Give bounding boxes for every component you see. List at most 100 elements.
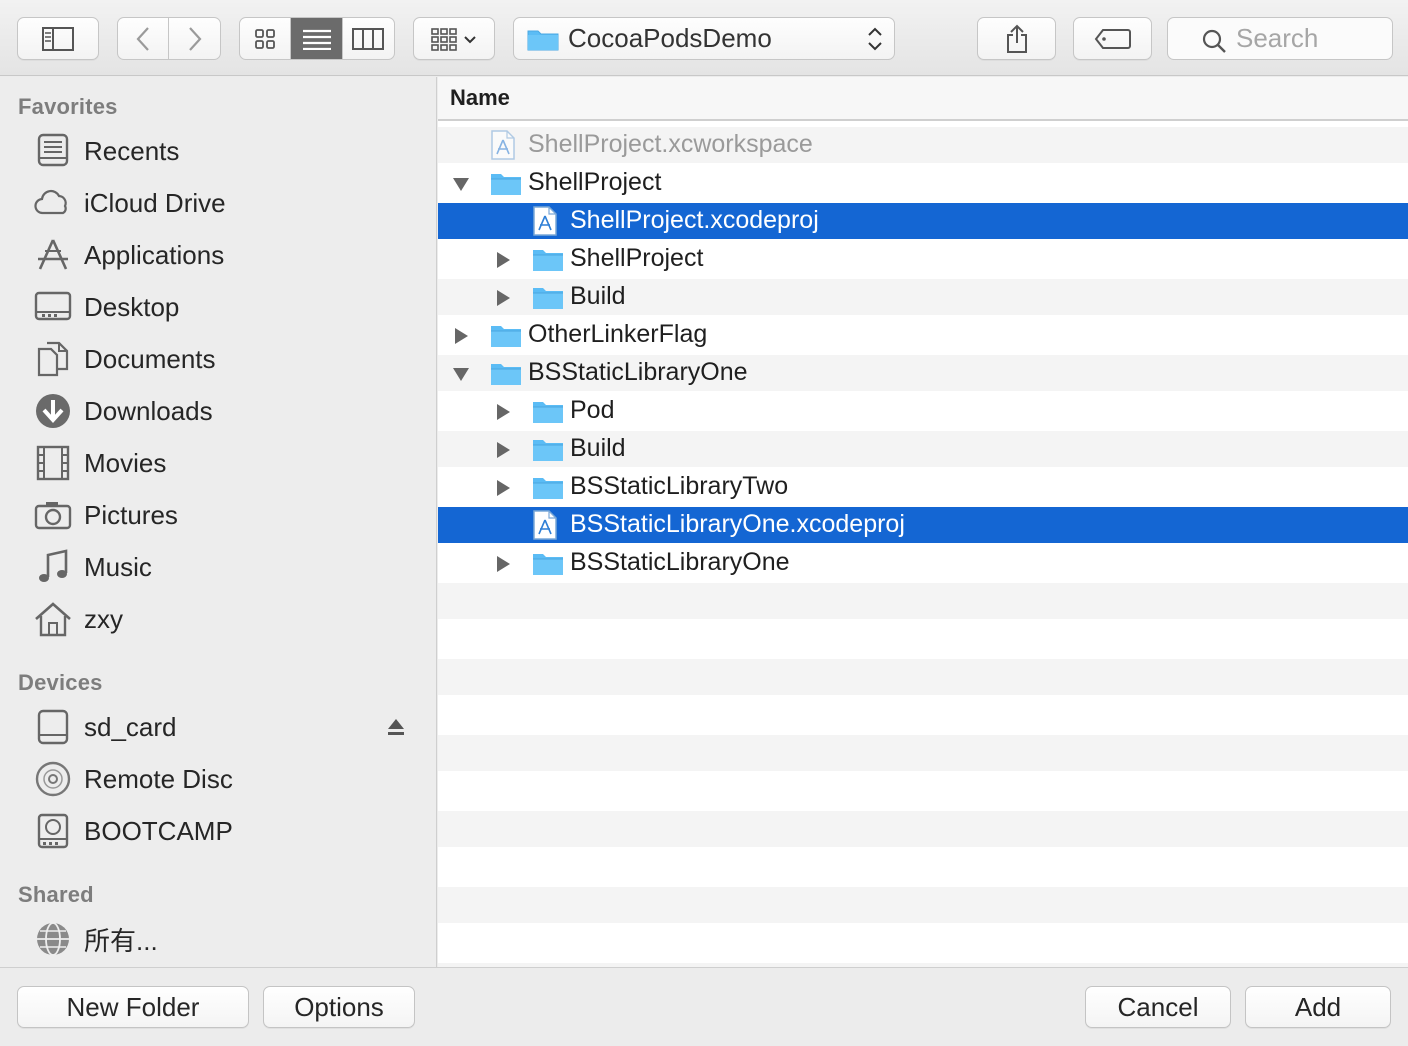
sidebar-item-label: Documents: [84, 343, 216, 374]
name-column-header[interactable]: Name: [438, 77, 1408, 121]
applications-icon: [38, 239, 68, 270]
search-field[interactable]: [1167, 17, 1406, 60]
list-view-button[interactable]: [291, 18, 343, 59]
empty-row: [438, 773, 1408, 809]
bottom-bar: New Folder Options Cancel Add: [0, 967, 1408, 1046]
sidebar-item-pictures[interactable]: Pictures: [0, 492, 436, 538]
table-row[interactable]: ShellProject.xcodeproj: [438, 203, 1408, 239]
disclosure-closed-icon[interactable]: [494, 403, 512, 421]
table-row[interactable]: BSStaticLibraryTwo: [438, 469, 1408, 505]
sidebar-item-recents[interactable]: Recents: [0, 128, 436, 174]
sidebar-item-label: Recents: [84, 135, 180, 166]
options-button[interactable]: Options: [263, 986, 415, 1028]
sidebar-toggle-icon: [42, 26, 74, 51]
forward-chevron-icon: [188, 26, 201, 51]
eject-icon[interactable]: [386, 717, 406, 737]
list-view-icon: [302, 29, 331, 50]
disclosure-closed-icon[interactable]: [494, 555, 512, 573]
path-popup[interactable]: CocoaPodsDemo: [513, 17, 895, 60]
sidebar-item-shared-all[interactable]: 所有...: [0, 916, 436, 962]
path-popup-label: CocoaPodsDemo: [568, 23, 772, 53]
disclosure-closed-icon[interactable]: [494, 479, 512, 497]
sidebar-item-sd-card[interactable]: sd_card: [0, 704, 436, 750]
row-name: BSStaticLibraryOne: [528, 358, 748, 386]
table-row[interactable]: ShellProject.xcworkspace: [438, 127, 1408, 163]
empty-row: [438, 621, 1408, 657]
tag-icon: [1094, 28, 1131, 49]
xcode-document-icon: [491, 130, 515, 160]
group-by-icon: [431, 27, 476, 51]
row-name: OtherLinkerFlag: [528, 320, 708, 348]
folder-icon: [533, 440, 563, 461]
movies-icon: [36, 445, 70, 481]
table-row[interactable]: Build: [438, 431, 1408, 467]
table-row[interactable]: BSStaticLibraryOne: [438, 355, 1408, 391]
forward-button[interactable]: [169, 18, 220, 59]
disclosure-closed-icon[interactable]: [494, 251, 512, 269]
disc-icon: [35, 761, 71, 797]
drive-icon: [37, 709, 69, 745]
column-view-button[interactable]: [343, 18, 394, 59]
sidebar-item-label: iCloud Drive: [84, 187, 226, 218]
table-row[interactable]: OtherLinkerFlag: [438, 317, 1408, 353]
disclosure-closed-icon[interactable]: [452, 327, 470, 345]
sidebar-item-bootcamp[interactable]: BOOTCAMP: [0, 808, 436, 854]
column-header-label: Name: [450, 85, 510, 110]
tag-button[interactable]: [1073, 17, 1152, 60]
sidebar-item-label: 所有...: [84, 925, 158, 956]
disclosure-closed-icon[interactable]: [494, 441, 512, 459]
search-input[interactable]: [1236, 23, 1406, 54]
share-icon: [1006, 24, 1027, 53]
table-row[interactable]: BSStaticLibraryOne.xcodeproj: [438, 507, 1408, 543]
music-note-icon: [39, 549, 68, 582]
table-row[interactable]: ShellProject: [438, 165, 1408, 201]
camera-icon: [34, 502, 72, 530]
sidebar-item-label: Downloads: [84, 395, 213, 426]
empty-row: [438, 925, 1408, 961]
empty-row: [438, 735, 1408, 771]
sidebar-item-documents[interactable]: Documents: [0, 336, 436, 382]
sidebar-item-icloud-drive[interactable]: iCloud Drive: [0, 180, 436, 226]
view-mode-control: [239, 17, 395, 60]
sidebar-item-applications[interactable]: Applications: [0, 232, 436, 278]
toolbar: CocoaPodsDemo: [0, 0, 1408, 76]
new-folder-button[interactable]: New Folder: [17, 986, 249, 1028]
sidebar-item-label: Desktop: [84, 291, 180, 322]
recents-icon: [37, 133, 69, 167]
table-row[interactable]: BSStaticLibraryOne: [438, 545, 1408, 581]
file-list: Name ShellProject.xcworkspace ShellProjec…: [438, 77, 1408, 967]
table-row[interactable]: ShellProject: [438, 241, 1408, 277]
xcode-document-icon: [533, 510, 557, 540]
back-button[interactable]: [118, 18, 170, 59]
sidebar-item-home[interactable]: zxy: [0, 596, 436, 642]
sidebar-item-remote-disc[interactable]: Remote Disc: [0, 756, 436, 802]
back-forward-control: [117, 17, 221, 60]
disclosure-open-icon[interactable]: [452, 365, 470, 383]
cancel-button[interactable]: Cancel: [1085, 986, 1231, 1028]
sidebar-item-label: Applications: [84, 239, 225, 270]
row-name: BSStaticLibraryOne: [570, 548, 790, 576]
icon-view-button[interactable]: [240, 18, 292, 59]
folder-icon: [491, 364, 521, 385]
table-row[interactable]: Build: [438, 279, 1408, 315]
row-name: Pod: [570, 396, 615, 424]
disclosure-closed-icon[interactable]: [494, 289, 512, 307]
share-button[interactable]: [977, 17, 1056, 60]
folder-icon: [491, 174, 521, 195]
empty-row: [438, 697, 1408, 733]
sidebar-item-movies[interactable]: Movies: [0, 440, 436, 486]
disclosure-open-icon[interactable]: [452, 175, 470, 193]
sidebar-item-downloads[interactable]: Downloads: [0, 388, 436, 434]
back-chevron-icon: [136, 26, 149, 51]
table-row[interactable]: Pod: [438, 393, 1408, 429]
folder-icon: [533, 478, 563, 499]
documents-icon: [37, 341, 69, 377]
sidebar-toggle-button[interactable]: [17, 17, 99, 60]
sidebar-item-music[interactable]: Music: [0, 544, 436, 590]
empty-row: [438, 887, 1408, 923]
add-button[interactable]: Add: [1245, 986, 1391, 1028]
folder-icon: [527, 30, 559, 50]
sidebar-item-desktop[interactable]: Desktop: [0, 284, 436, 330]
sidebar-heading-favorites: Favorites: [18, 94, 118, 119]
group-by-button[interactable]: [413, 17, 495, 60]
